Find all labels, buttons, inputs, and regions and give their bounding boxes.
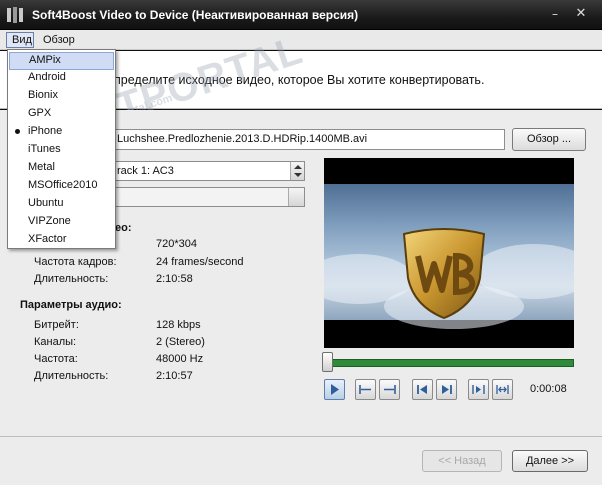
mark-out-icon xyxy=(384,385,396,394)
menu-item-xfactor[interactable]: XFactor xyxy=(9,231,114,249)
next-frame-button[interactable] xyxy=(436,379,457,400)
source-file-value: Luchshee.Predlozhenie.2013.D.HDRip.1400M… xyxy=(117,133,368,145)
video-duration-value: 2:10:58 xyxy=(156,273,193,285)
video-resolution-value: 720*304 xyxy=(156,238,197,250)
arrow-up-icon[interactable] xyxy=(294,165,302,169)
browse-button[interactable]: Обзор ... xyxy=(512,128,586,151)
audio-bitrate-value: 128 kbps xyxy=(156,319,201,331)
dropdown-button[interactable] xyxy=(288,188,304,206)
audio-track-value: rack 1: AC3 xyxy=(117,165,174,177)
close-button[interactable]: ✕ xyxy=(572,6,590,22)
minimize-button[interactable]: – xyxy=(546,6,564,22)
menu-item-msoffice2010[interactable]: MSOffice2010 xyxy=(9,177,114,195)
menu-browse[interactable]: Обзор xyxy=(38,32,80,48)
menu-item-gpx[interactable]: GPX xyxy=(9,105,114,123)
audio-frequency-label: Частота: xyxy=(34,353,78,365)
go-to-mark-icon xyxy=(472,385,485,394)
fit-button[interactable] xyxy=(492,379,513,400)
footer-divider xyxy=(0,436,602,437)
studio-logo-image xyxy=(402,228,486,320)
arrow-down-icon[interactable] xyxy=(294,173,302,177)
go-to-mark-button[interactable] xyxy=(468,379,489,400)
next-button[interactable]: Далее >> xyxy=(512,450,588,472)
film-reel-icon xyxy=(7,7,23,23)
audio-channels-value: 2 (Stereo) xyxy=(156,336,205,348)
menu-item-itunes[interactable]: iTunes xyxy=(9,141,114,159)
instruction-text: пределите исходное видео, которое Вы хот… xyxy=(114,73,485,87)
menu-item-bionix[interactable]: Bionix xyxy=(9,87,114,105)
seek-handle[interactable] xyxy=(322,352,333,372)
previous-frame-button[interactable] xyxy=(412,379,433,400)
menu-item-ampix[interactable]: AMPix xyxy=(9,52,114,70)
window-title: Soft4Boost Video to Device (Неактивирова… xyxy=(32,8,359,22)
mark-out-button[interactable] xyxy=(379,379,400,400)
mark-in-icon xyxy=(359,385,371,394)
video-framerate-label: Частота кадров: xyxy=(34,256,117,268)
menu-item-metal[interactable]: Metal xyxy=(9,159,114,177)
video-preview xyxy=(324,158,574,348)
video-frame xyxy=(324,184,574,329)
audio-duration-label: Длительность: xyxy=(34,370,109,382)
audio-params-title: Параметры аудио: xyxy=(20,299,122,311)
video-duration-label: Длительность: xyxy=(34,273,109,285)
audio-duration-value: 2:10:57 xyxy=(156,370,193,382)
audio-channels-label: Каналы: xyxy=(34,336,77,348)
video-params-title: ео: xyxy=(115,222,132,234)
audio-bitrate-label: Битрейт: xyxy=(34,319,79,331)
menu-bar: Вид Обзор xyxy=(0,30,602,50)
previous-frame-icon xyxy=(417,385,427,394)
audio-frequency-value: 48000 Hz xyxy=(156,353,204,365)
menu-view[interactable]: Вид xyxy=(6,32,34,48)
selected-bullet-icon xyxy=(15,129,20,134)
view-menu-dropdown: AMPix Android Bionix GPX iPhone iTunes M… xyxy=(7,49,116,249)
title-bar: Soft4Boost Video to Device (Неактивирова… xyxy=(0,0,602,30)
menu-item-iphone[interactable]: iPhone xyxy=(9,123,114,141)
play-button[interactable] xyxy=(324,379,345,400)
mark-in-button[interactable] xyxy=(355,379,376,400)
menu-item-vipzone[interactable]: VIPZone xyxy=(9,213,114,231)
fit-icon xyxy=(496,385,509,394)
playback-time: 0:00:08 xyxy=(530,383,567,395)
next-frame-icon xyxy=(442,385,452,394)
back-button[interactable]: << Назад xyxy=(422,450,502,472)
audio-track-spinner[interactable] xyxy=(290,162,304,180)
menu-item-android[interactable]: Android xyxy=(9,69,114,87)
video-framerate-value: 24 frames/second xyxy=(156,256,244,268)
play-icon xyxy=(331,384,339,395)
menu-item-ubuntu[interactable]: Ubuntu xyxy=(9,195,114,213)
seek-bar[interactable] xyxy=(326,359,574,367)
